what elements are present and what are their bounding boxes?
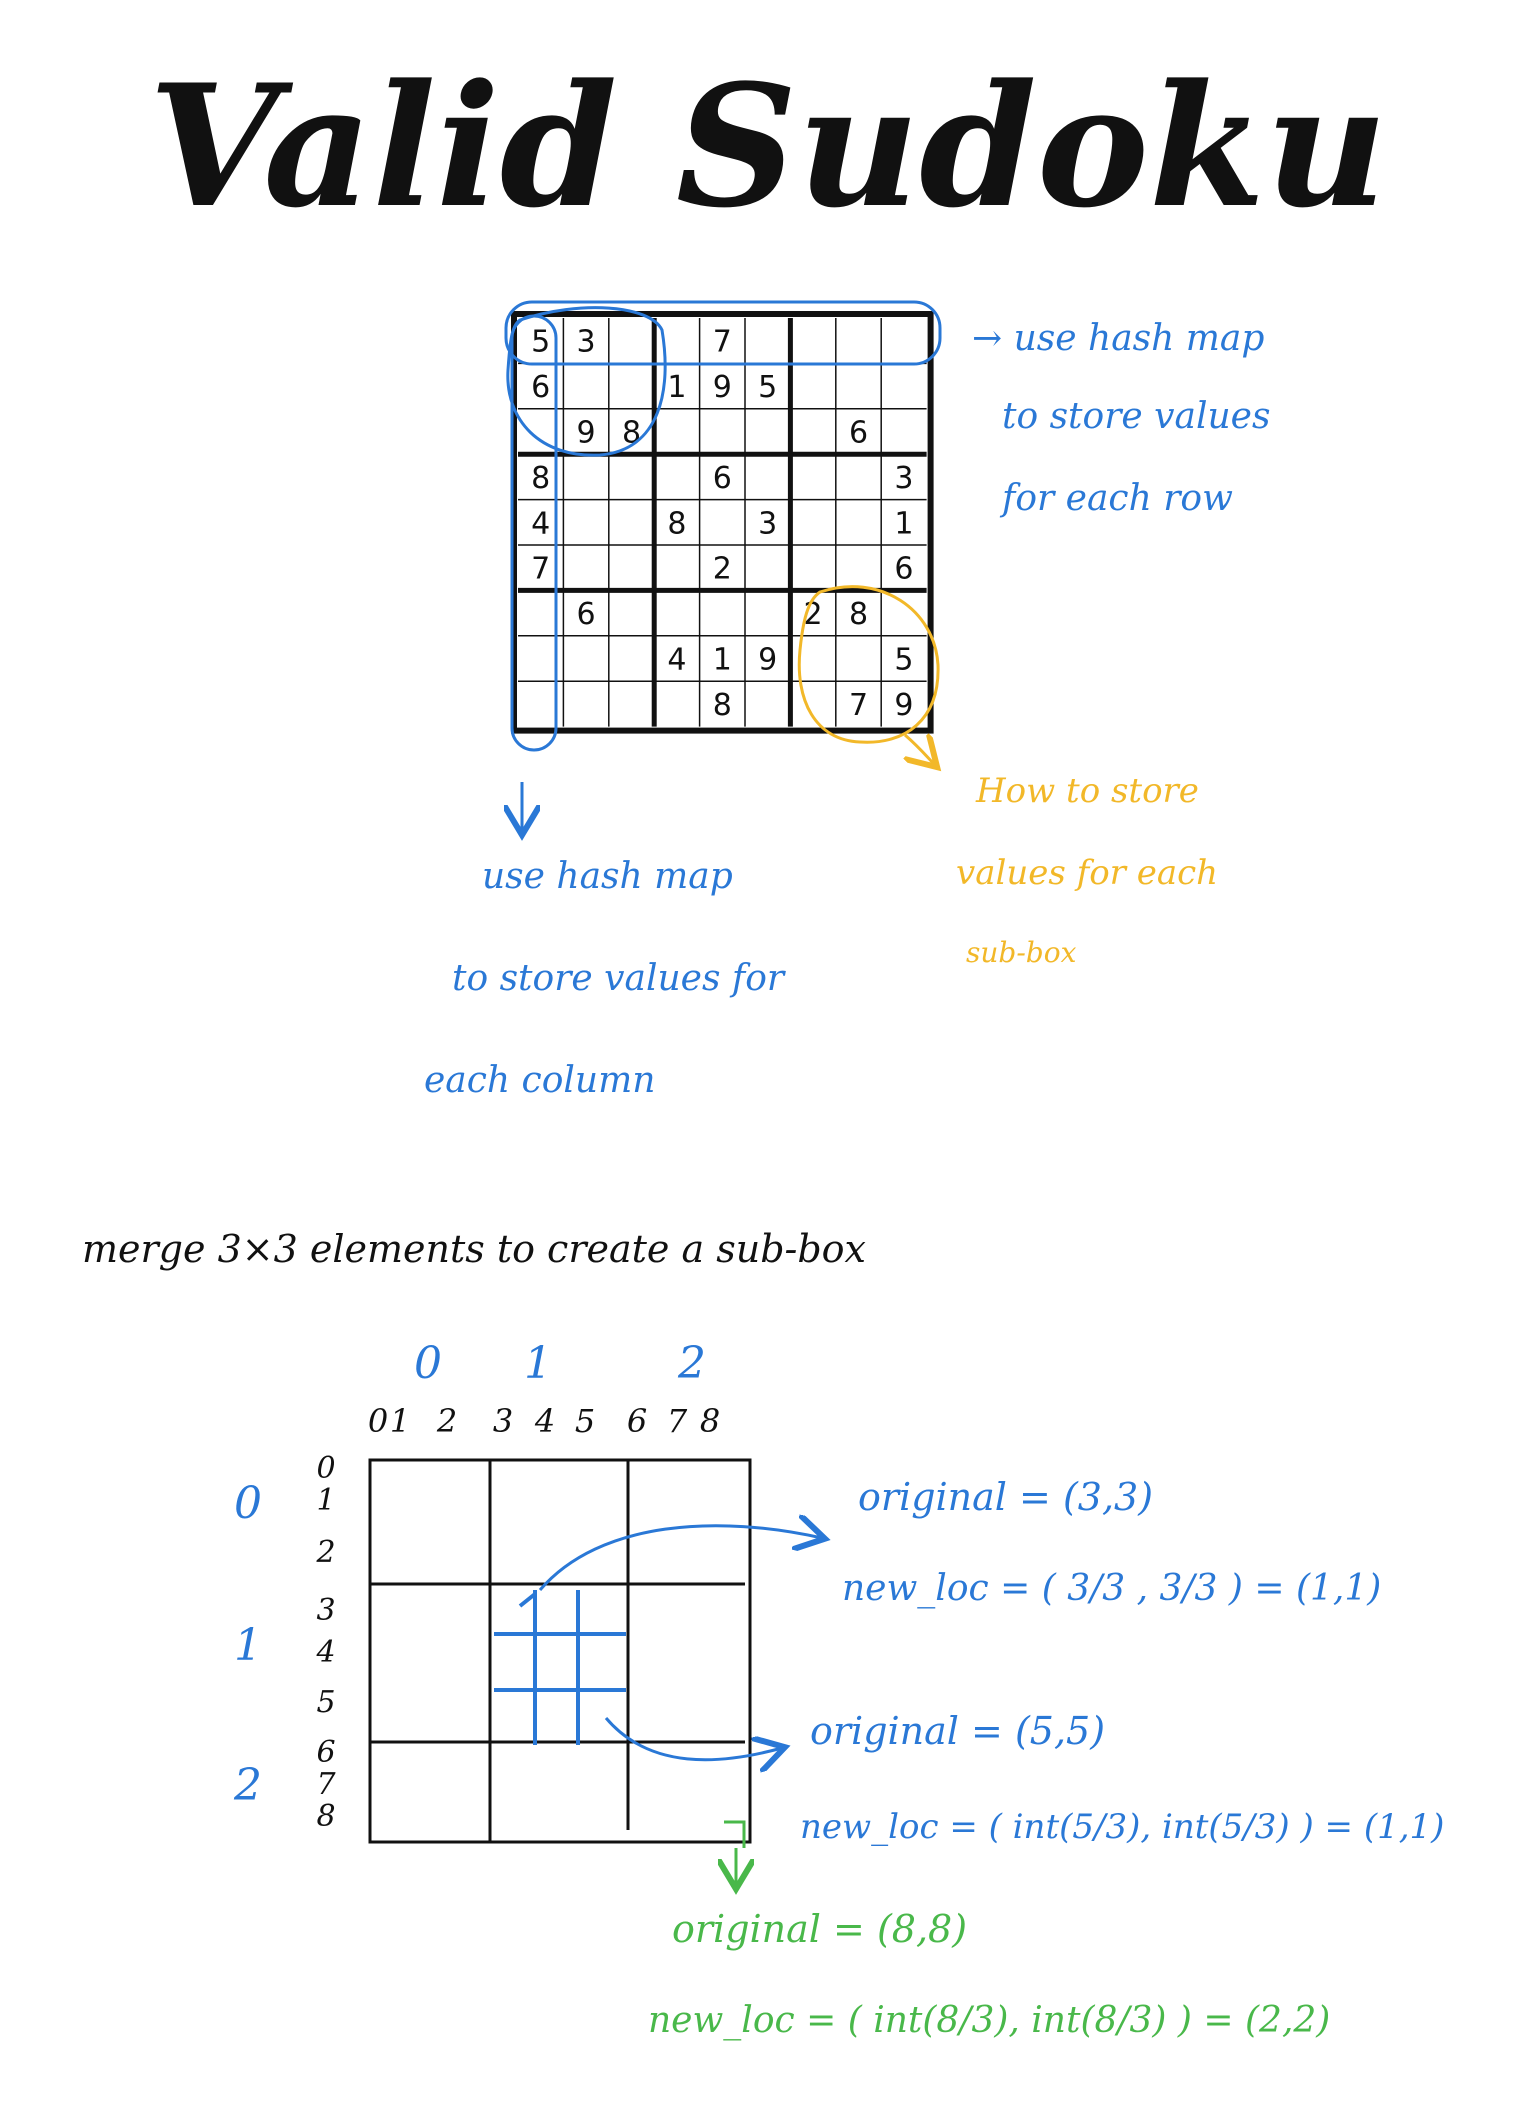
index-label-left: 7	[316, 1767, 336, 1802]
example-2-original: original = (5,5)	[810, 1709, 1105, 1753]
box-label-left: 2	[233, 1760, 262, 1811]
sudoku-cell-value: 3	[758, 506, 777, 541]
row-note-line-3: for each row	[999, 478, 1233, 519]
sudoku-cell-value: 4	[531, 506, 550, 541]
sudoku-cell-value: 8	[713, 688, 732, 723]
sudoku-cell-value: 1	[894, 506, 913, 541]
box-labels-left: 0 1 2	[233, 1478, 262, 1811]
sudoku-cell-value: 7	[531, 552, 550, 587]
subbox-note-line-1: How to store	[975, 771, 1199, 811]
subbox-note-line-3: sub-box	[966, 936, 1077, 969]
sudoku-board: 5 3 76 1 9 59 8 68 6 34 8 3 17 2 66 2 84 1 9 58 7 9	[511, 311, 934, 734]
example-1-newloc: new_loc = ( 3/3 , 3/3 ) = (1,1)	[842, 1568, 1381, 1609]
index-label-left: 5	[316, 1685, 335, 1720]
hash-corner	[518, 1592, 537, 1608]
sudoku-cell-value: 6	[531, 370, 550, 405]
box-label-top: 1	[524, 1338, 552, 1389]
example-2: original = (5,5) new_loc = ( int(5/3), i…	[800, 1709, 1444, 1847]
sudoku-cell-value: 5	[758, 370, 777, 405]
box-label-top: 0	[414, 1338, 442, 1389]
subbox-note-line-2: values for each	[956, 853, 1218, 893]
sudoku-cell-value: 6	[894, 552, 913, 587]
grid-outline	[368, 1458, 752, 1844]
sudoku-cell-value: 6	[577, 597, 596, 632]
sudoku-cell-value: 9	[577, 416, 596, 451]
index-label-top: 3	[493, 1402, 513, 1440]
page-title: Valid Sudoku	[149, 47, 1388, 245]
index-label-left: 3	[316, 1593, 335, 1628]
sudoku-cell-value: 2	[713, 552, 732, 587]
index-label-top: 6	[627, 1402, 647, 1440]
index-label-top: 5	[575, 1402, 595, 1440]
sudoku-cell-value: 6	[849, 416, 868, 451]
index-label-top: 4	[534, 1402, 555, 1440]
column-note-line-1: use hash map	[482, 856, 733, 897]
example-3-original: original = (8,8)	[672, 1907, 967, 1951]
sudoku-cell-value: 7	[849, 688, 868, 723]
index-label-left: 1	[316, 1483, 335, 1518]
index-label-left: 4	[315, 1635, 335, 1670]
index-label-top: 8	[700, 1402, 720, 1440]
subbox-note: How to store values for each sub-box	[956, 771, 1218, 969]
example-3-newloc: new_loc = ( int(8/3), int(8/3) ) = (2,2)	[648, 2000, 1330, 2041]
merge-heading: merge 3×3 elements to create a sub-box	[82, 1227, 866, 1271]
subbox-grid	[368, 1458, 752, 1886]
sudoku-cell-value: 5	[894, 643, 913, 678]
example-3: original = (8,8) new_loc = ( int(8/3), i…	[648, 1907, 1330, 2041]
green-corner-mark	[724, 1820, 746, 1848]
sudoku-cell-value: 9	[758, 643, 777, 678]
index-labels-top: 012345678	[368, 1402, 720, 1440]
example-1-original: original = (3,3)	[858, 1475, 1153, 1519]
sudoku-cell-value: 8	[849, 597, 868, 632]
sudoku-cell-value: 1	[667, 370, 686, 405]
index-label-left: 6	[316, 1735, 335, 1770]
example-2-newloc: new_loc = ( int(5/3), int(5/3) ) = (1,1)	[800, 1807, 1444, 1847]
arrow-to-example-2	[604, 1717, 782, 1760]
box-label-left: 1	[234, 1620, 262, 1671]
row-note-line-2: to store values	[1002, 396, 1270, 437]
sudoku-cell-value: 4	[667, 643, 686, 678]
index-label-top: 2	[436, 1402, 457, 1440]
sudoku-cell-value: 9	[894, 688, 913, 723]
index-label-top: 0	[368, 1402, 388, 1440]
subbox-arrow	[905, 735, 935, 765]
arrow-to-example-1	[538, 1526, 822, 1591]
column-note-line-3: each column	[424, 1060, 655, 1101]
sudoku-cell-value: 7	[713, 325, 732, 360]
index-labels-left: 01 2 3 4 5 678	[315, 1451, 336, 1834]
row-note: → use hash map to store values for each …	[972, 318, 1270, 519]
row-note-line-1: → use hash map	[972, 318, 1264, 359]
index-label-top: 1	[390, 1402, 410, 1440]
index-label-top: 7	[667, 1402, 688, 1440]
index-label-left: 0	[316, 1451, 335, 1486]
sudoku-cell-value: 3	[577, 325, 596, 360]
sudoku-cell-value: 3	[894, 461, 913, 496]
sudoku-cell-value: 1	[713, 643, 732, 678]
example-1: original = (3,3) new_loc = ( 3/3 , 3/3 )…	[842, 1475, 1381, 1609]
column-note: use hash map to store values for each co…	[424, 856, 786, 1101]
index-label-left: 8	[316, 1799, 335, 1834]
index-label-left: 2	[315, 1535, 335, 1570]
sudoku-cell-value: 6	[713, 461, 732, 496]
column-note-line-2: to store values for	[452, 958, 786, 999]
sudoku-cell-value: 8	[667, 506, 686, 541]
sudoku-cell-value: 8	[531, 461, 550, 496]
box-label-left: 0	[234, 1478, 262, 1529]
box-labels-top: 0 1 2	[414, 1338, 706, 1389]
sudoku-cell-value: 5	[531, 325, 550, 360]
box-label-top: 2	[677, 1338, 706, 1389]
sudoku-cell-value: 9	[713, 370, 732, 405]
